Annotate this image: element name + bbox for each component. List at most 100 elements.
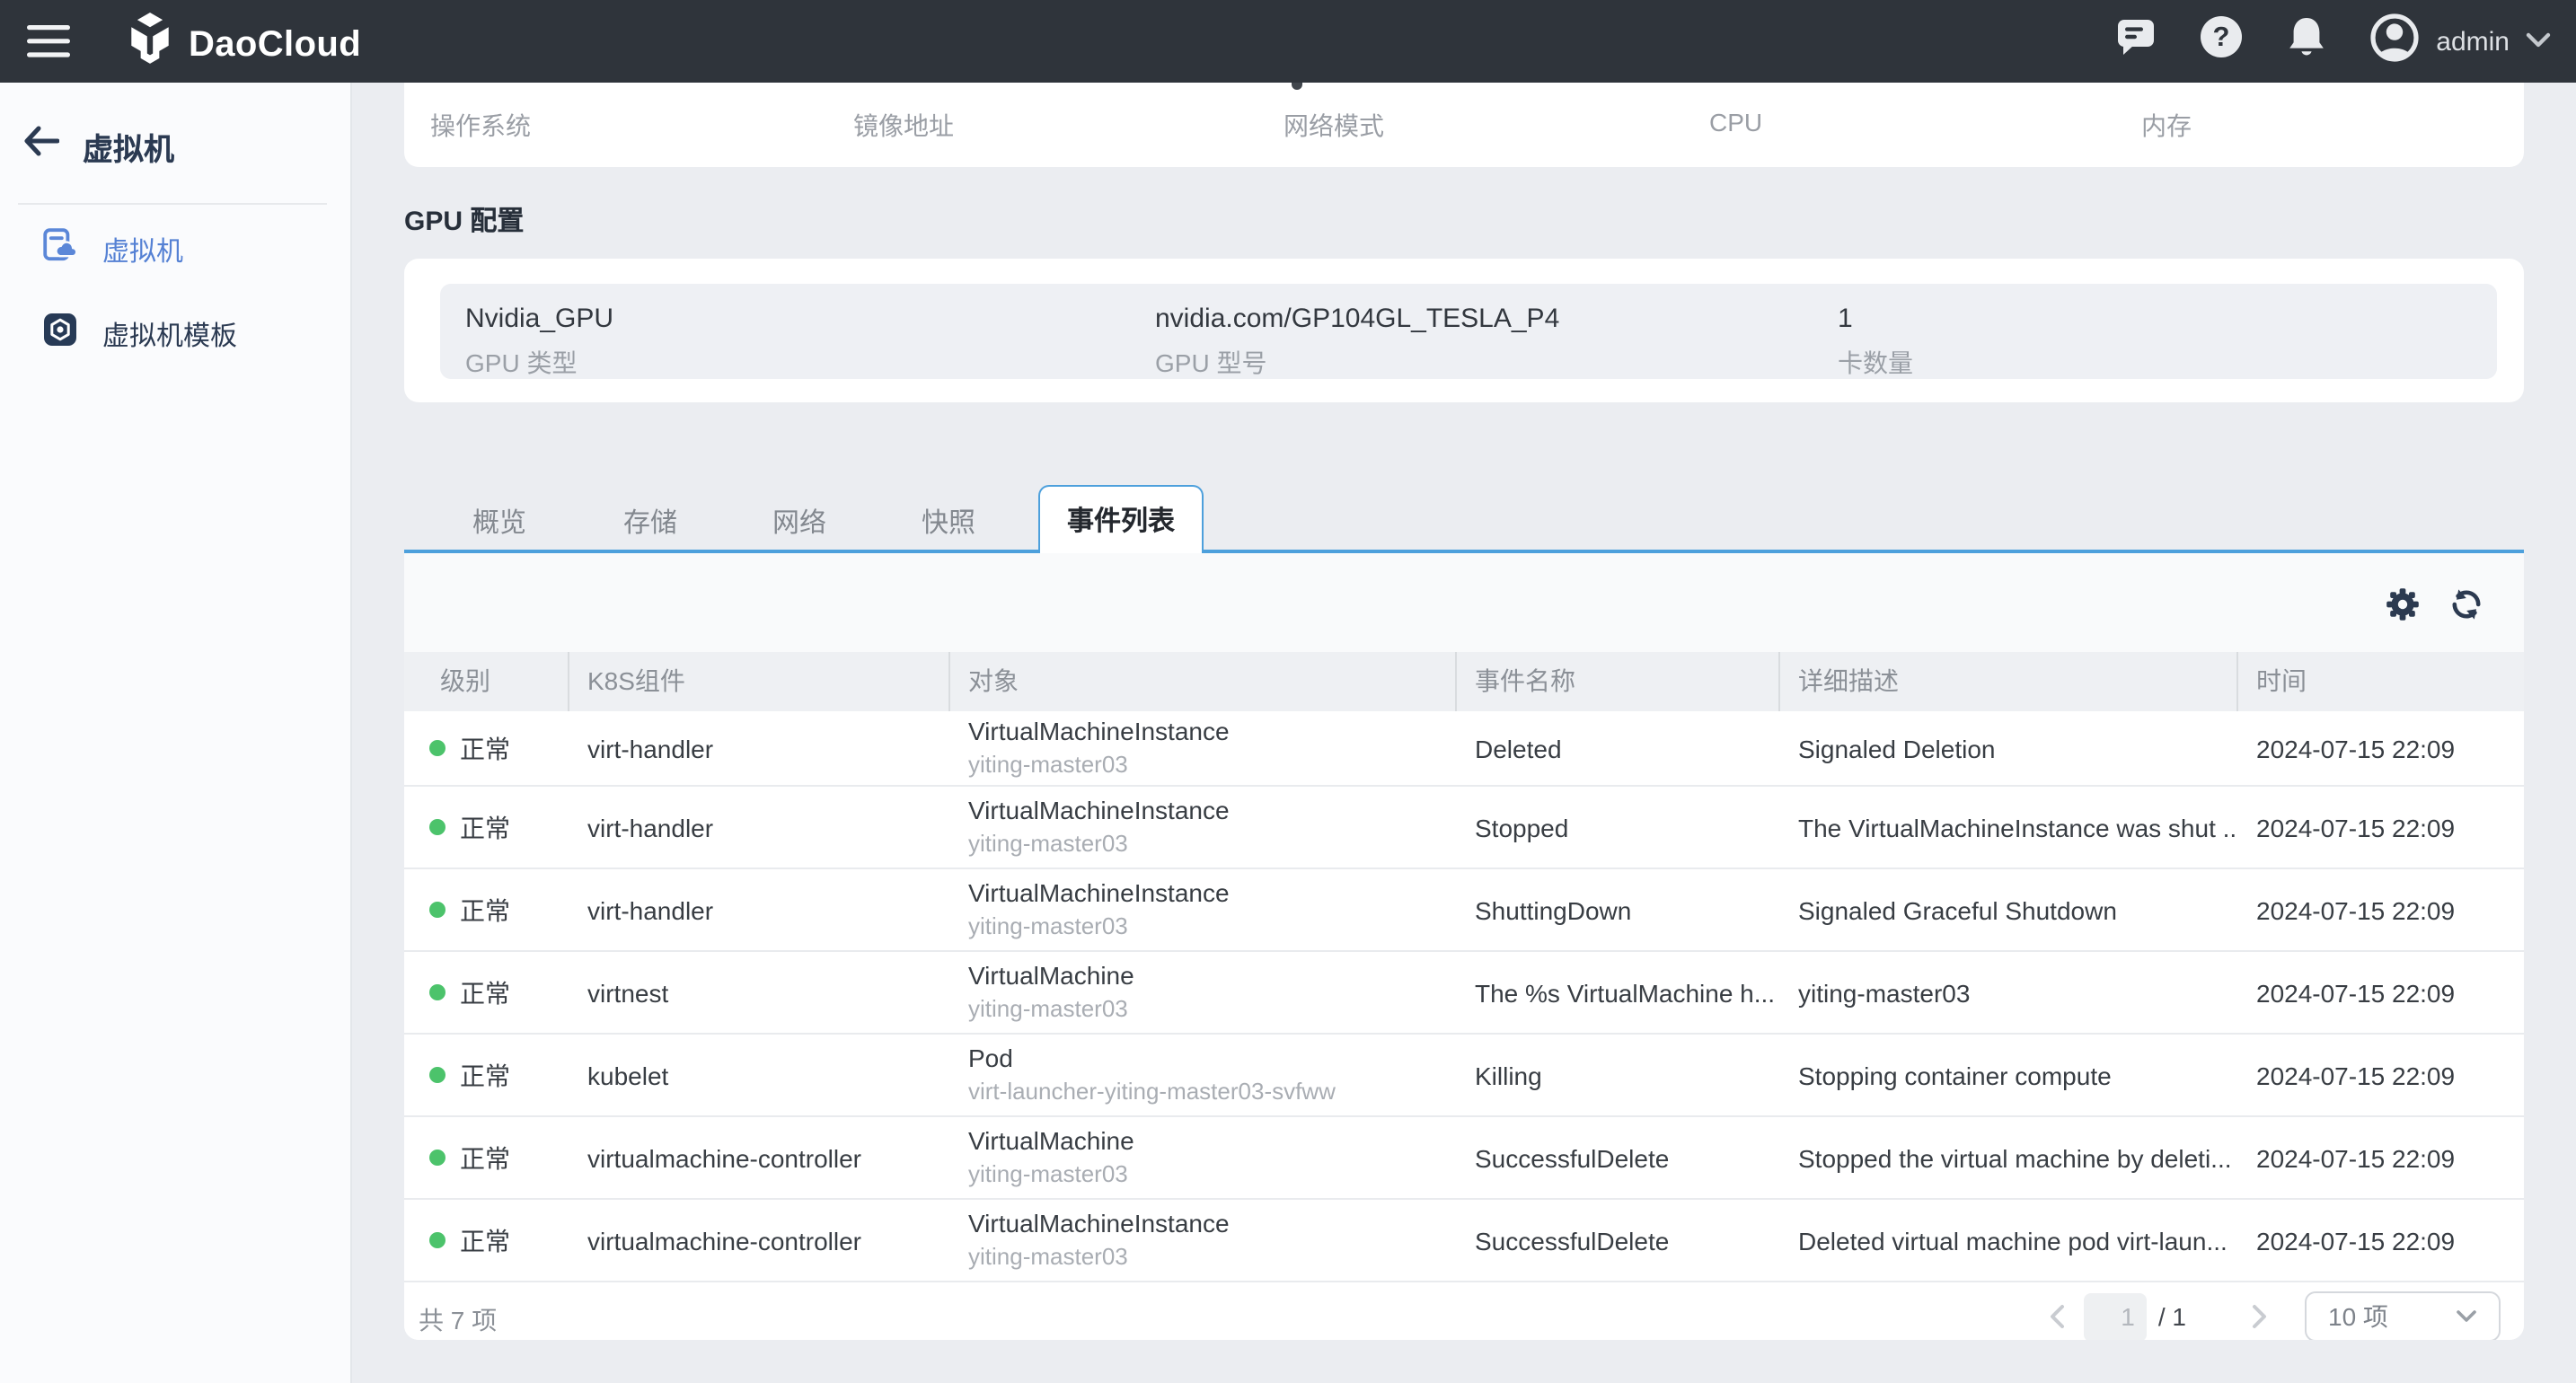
object-name: yiting-master03	[968, 1243, 1455, 1272]
table-body: 正常 virt-handler VirtualMachineInstance y…	[404, 711, 2524, 1282]
status-dot-icon	[429, 902, 446, 918]
pagination-bar: 共 7 项 1 / 1 10 项	[404, 1282, 2524, 1339]
sidebar-item-vm-template[interactable]: 虚拟机模板	[0, 313, 350, 356]
object-kind: VirtualMachineInstance	[968, 878, 1455, 909]
refresh-icon[interactable]	[2448, 586, 2484, 630]
avatar-icon	[2369, 12, 2420, 71]
next-page-button[interactable]	[2251, 1304, 2269, 1329]
event-cell: Stopped	[1455, 813, 1778, 841]
detail-cell: The VirtualMachineInstance was shut ...	[1778, 813, 2236, 841]
object-cell: VirtualMachineInstance yiting-master03	[948, 717, 1455, 780]
tab-snapshot[interactable]: 快照	[922, 503, 975, 541]
detail-cell: yiting-master03	[1778, 978, 2236, 1007]
table-row[interactable]: 正常 virtnest VirtualMachine yiting-master…	[404, 952, 2524, 1035]
column-header-component[interactable]: K8S组件	[568, 652, 948, 711]
event-cell: SuccessfulDelete	[1455, 1226, 1778, 1255]
back-arrow-icon[interactable]	[23, 126, 59, 165]
gpu-section-title: GPU 配置	[404, 201, 524, 239]
table-toolbar	[404, 552, 2524, 652]
prev-page-button[interactable]	[2049, 1304, 2067, 1329]
sidebar: 虚拟机 虚拟机 虚拟机模板	[0, 83, 352, 1383]
object-name: yiting-master03	[968, 830, 1455, 859]
field-label-memory: 内存	[2141, 108, 2192, 144]
brand-logo[interactable]: DaoCloud	[124, 13, 361, 79]
topbar: DaoCloud ? admi	[0, 0, 2576, 83]
sidebar-divider	[18, 203, 327, 205]
table-header: 级别 K8S组件 对象 事件名称 详细描述 时间	[404, 652, 2524, 711]
time-cell: 2024-07-15 22:09	[2236, 734, 2524, 762]
brand-name: DaoCloud	[189, 25, 361, 66]
help-icon[interactable]: ?	[2199, 14, 2244, 68]
column-header-level[interactable]: 级别	[404, 652, 568, 711]
component-cell: virt-handler	[568, 734, 948, 762]
tab-storage[interactable]: 存储	[623, 503, 677, 541]
object-kind: VirtualMachine	[968, 1126, 1455, 1157]
table-row[interactable]: 正常 virt-handler VirtualMachineInstance y…	[404, 787, 2524, 869]
event-cell: SuccessfulDelete	[1455, 1143, 1778, 1172]
object-kind: VirtualMachineInstance	[968, 1209, 1455, 1239]
gpu-count-value: 1	[1838, 304, 1853, 334]
status-dot-icon	[429, 1232, 446, 1248]
time-cell: 2024-07-15 22:09	[2236, 895, 2524, 924]
gear-icon[interactable]	[2386, 586, 2420, 630]
object-name: yiting-master03	[968, 912, 1455, 941]
sidebar-item-vm[interactable]: 虚拟机	[0, 228, 350, 271]
object-name: yiting-master03	[968, 995, 1455, 1024]
column-header-time[interactable]: 时间	[2236, 652, 2524, 711]
object-kind: VirtualMachineInstance	[968, 796, 1455, 826]
column-header-object[interactable]: 对象	[948, 652, 1455, 711]
bell-icon[interactable]	[2287, 15, 2326, 67]
chevron-down-icon	[2456, 1300, 2477, 1333]
field-label-network-mode: 网络模式	[1284, 108, 1384, 144]
level-cell: 正常	[404, 809, 568, 845]
component-cell: virt-handler	[568, 813, 948, 841]
user-menu[interactable]: admin	[2369, 12, 2551, 71]
level-cell: 正常	[404, 974, 568, 1010]
tab-event-list[interactable]: 事件列表	[1038, 485, 1204, 552]
status-dot-icon	[429, 740, 446, 756]
level-text: 正常	[460, 1140, 510, 1176]
status-dot-icon	[429, 819, 446, 835]
tab-network[interactable]: 网络	[772, 503, 826, 541]
column-header-event[interactable]: 事件名称	[1455, 652, 1778, 711]
level-text: 正常	[460, 892, 510, 928]
component-cell: kubelet	[568, 1061, 948, 1089]
event-cell: Killing	[1455, 1061, 1778, 1089]
table-row[interactable]: 正常 virtualmachine-controller VirtualMach…	[404, 1200, 2524, 1282]
object-kind: VirtualMachineInstance	[968, 717, 1455, 747]
chevron-down-icon	[2526, 25, 2551, 57]
daocloud-cube-icon	[124, 13, 176, 79]
component-cell: virtnest	[568, 978, 948, 1007]
vm-detail-card: 操作系统 镜像地址 网络模式 CPU 内存	[404, 83, 2524, 167]
sidebar-header: 虚拟机	[23, 122, 174, 169]
page-size-select[interactable]: 10 项	[2305, 1291, 2501, 1339]
table-row[interactable]: 正常 virt-handler VirtualMachineInstance y…	[404, 869, 2524, 952]
hamburger-icon[interactable]	[27, 25, 70, 66]
detail-cell: Stopping container compute	[1778, 1061, 2236, 1089]
level-cell: 正常	[404, 1222, 568, 1258]
event-cell: ShuttingDown	[1455, 895, 1778, 924]
table-row[interactable]: 正常 virtualmachine-controller VirtualMach…	[404, 1117, 2524, 1200]
gpu-model-value: nvidia.com/GP104GL_TESLA_P4	[1155, 304, 1559, 334]
detail-cell: Stopped the virtual machine by deleti...	[1778, 1143, 2236, 1172]
table-row[interactable]: 正常 kubelet Pod virt-launcher-yiting-mast…	[404, 1035, 2524, 1117]
chat-icon[interactable]	[2116, 18, 2156, 65]
field-label-cpu: CPU	[1709, 108, 1762, 137]
tab-overview[interactable]: 概览	[472, 503, 526, 541]
vm-template-icon	[43, 313, 77, 356]
field-label-os: 操作系统	[430, 108, 531, 144]
level-text: 正常	[460, 1057, 510, 1093]
component-cell: virtualmachine-controller	[568, 1143, 948, 1172]
table-row[interactable]: 正常 virt-handler VirtualMachineInstance y…	[404, 711, 2524, 787]
time-cell: 2024-07-15 22:09	[2236, 978, 2524, 1007]
object-cell: Pod virt-launcher-yiting-master03-svfww	[948, 1044, 1455, 1106]
sidebar-item-label: 虚拟机	[102, 231, 183, 269]
gpu-type-label: GPU 类型	[465, 345, 577, 381]
status-dot-icon	[429, 984, 446, 1000]
gpu-model-label: GPU 型号	[1155, 345, 1266, 381]
object-cell: VirtualMachineInstance yiting-master03	[948, 1209, 1455, 1272]
gpu-card: Nvidia_GPU GPU 类型 nvidia.com/GP104GL_TES…	[404, 259, 2524, 402]
page-input[interactable]: 1	[2085, 1292, 2148, 1339]
event-cell: The %s VirtualMachine h...	[1455, 978, 1778, 1007]
column-header-detail[interactable]: 详细描述	[1778, 652, 2236, 711]
